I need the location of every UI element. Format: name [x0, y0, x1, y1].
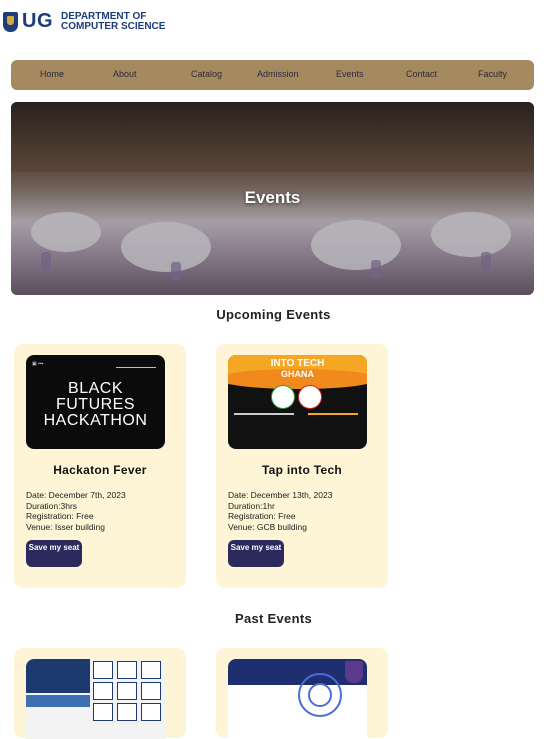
poster-cell — [93, 703, 113, 721]
partner-logo-icon — [271, 385, 295, 409]
poster-photo-block — [26, 695, 90, 707]
poster-text-line — [234, 413, 294, 415]
event-venue: Venue: Isser building — [26, 521, 105, 532]
event-date: Date: December 13th, 2023 — [228, 490, 333, 500]
department-logo[interactable]: UG DEPARTMENT OF COMPUTER SCIENCE — [3, 10, 165, 33]
upcoming-events-heading: Upcoming Events — [216, 307, 331, 322]
poster-accent-line — [116, 367, 156, 368]
poster-cell — [141, 682, 161, 700]
nav-contact[interactable]: Contact — [406, 69, 437, 79]
department-line-2: COMPUTER SCIENCE — [61, 20, 166, 32]
event-details: Date: December 13th, 2023 Duration:1hr R… — [228, 490, 332, 532]
event-duration: Duration:3hrs — [26, 500, 78, 511]
hero-banner: Events — [11, 102, 534, 295]
poster-photo-block — [26, 659, 90, 693]
event-venue: Venue: GCB building — [228, 521, 307, 532]
event-title: Tap into Tech — [261, 463, 343, 477]
event-duration: Duration:1hr — [228, 500, 275, 511]
main-navbar: Home About Catalog Admission Events Cont… — [11, 60, 534, 90]
poster-text: GHANA — [281, 369, 314, 379]
event-title: Hackaton Fever — [53, 463, 147, 477]
poster-cell — [117, 661, 137, 679]
past-event-poster[interactable] — [26, 659, 165, 739]
event-poster-tap-into-tech[interactable]: INTO TECH GHANA — [228, 355, 367, 449]
poster-cell — [141, 661, 161, 679]
poster-text: INTO TECH — [270, 358, 325, 369]
poster-cell — [141, 703, 161, 721]
nav-catalog[interactable]: Catalog — [191, 69, 222, 79]
poster-text-line — [308, 413, 358, 415]
event-poster-hackathon[interactable]: ▣ ▪▪▪ BLACK FUTURES HACKATHON — [26, 355, 165, 449]
poster-text: HACKATHON — [43, 412, 148, 429]
poster-cell — [93, 682, 113, 700]
save-seat-button[interactable]: Save my seat — [228, 540, 284, 567]
past-events-heading: Past Events — [234, 611, 312, 626]
logo-ug-text: UG — [22, 10, 53, 32]
nav-faculty[interactable]: Faculty — [478, 69, 507, 79]
poster-logo-mark: ▣ ▪▪▪ — [32, 361, 44, 367]
department-line-1: DEPARTMENT OF — [61, 10, 147, 22]
poster-network-graphic — [308, 683, 332, 707]
event-registration: Registration: Free — [26, 511, 94, 521]
department-name: DEPARTMENT OF COMPUTER SCIENCE — [61, 10, 166, 32]
event-card-tap-into-tech: INTO TECH GHANA Tap into Tech Date: Dece… — [216, 344, 388, 588]
poster-text: FUTURES — [55, 396, 136, 413]
event-card-hackaton: ▣ ▪▪▪ BLACK FUTURES HACKATHON Hackaton F… — [14, 344, 186, 588]
poster-text: BLACK — [68, 380, 123, 397]
event-details: Date: December 7th, 2023 Duration:3hrs R… — [26, 490, 126, 532]
save-seat-button[interactable]: Save my seat — [26, 540, 82, 567]
past-event-poster[interactable] — [228, 659, 367, 739]
partner-logo-icon — [298, 385, 322, 409]
poster-cell — [117, 682, 137, 700]
past-event-card — [14, 648, 186, 739]
university-crest-icon — [345, 661, 363, 683]
nav-home[interactable]: Home — [40, 69, 64, 79]
nav-events[interactable]: Events — [336, 69, 364, 79]
past-event-card — [216, 648, 388, 739]
hero-title: Events — [244, 188, 301, 207]
nav-about[interactable]: About — [113, 69, 137, 79]
nav-admission[interactable]: Admission — [257, 69, 299, 79]
event-registration: Registration: Free — [228, 511, 296, 521]
poster-cell — [117, 703, 137, 721]
poster-cell — [93, 661, 113, 679]
event-date: Date: December 7th, 2023 — [26, 490, 126, 500]
ug-crest-icon — [3, 11, 18, 32]
